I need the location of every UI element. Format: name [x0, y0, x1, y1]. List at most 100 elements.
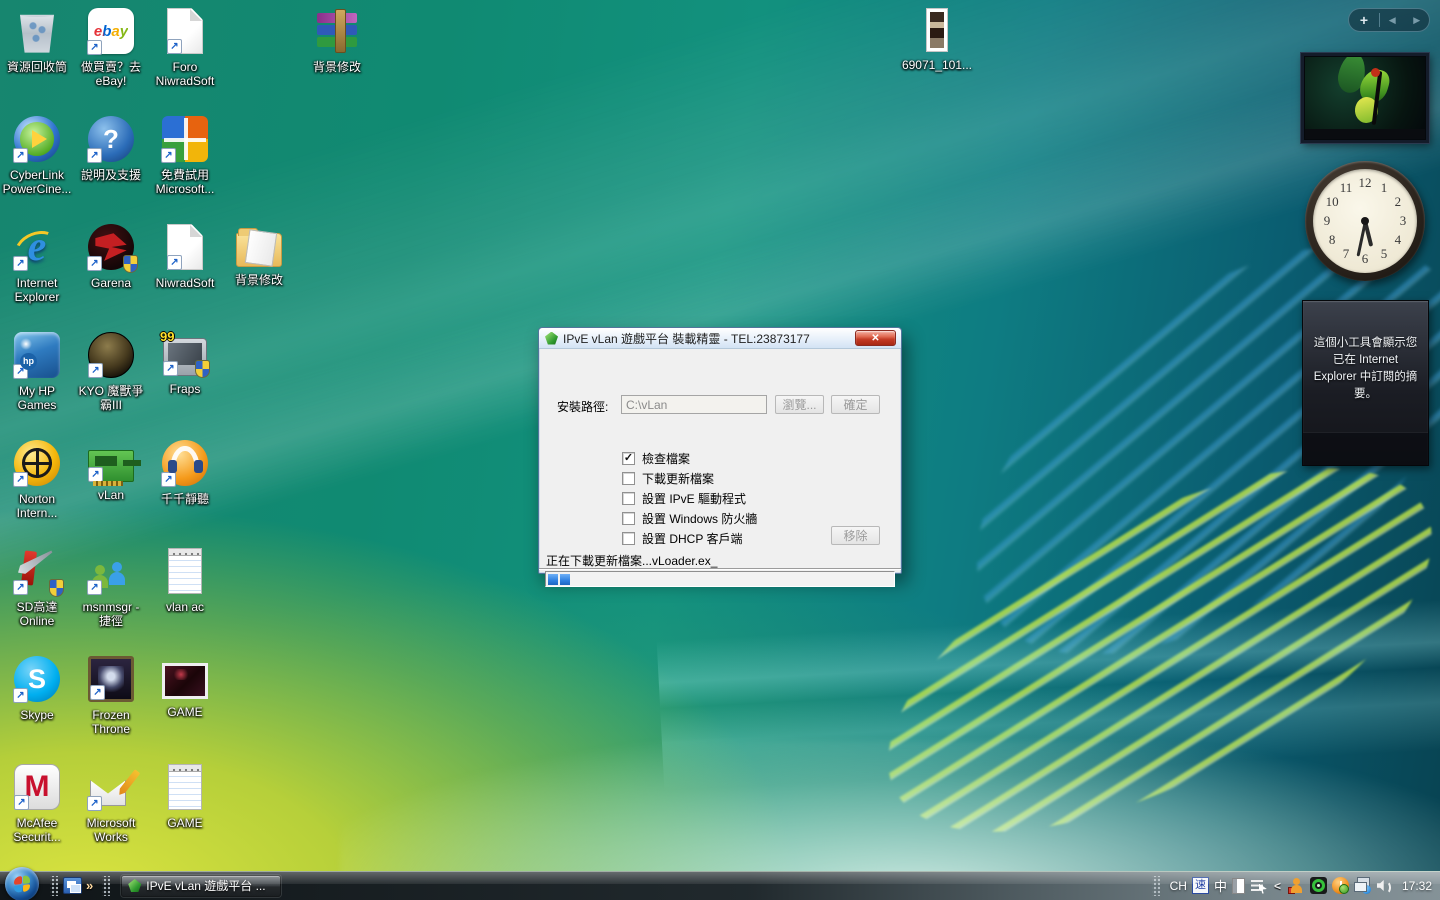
desktop-icon-norton[interactable]: ↗ Norton Intern... — [0, 436, 74, 544]
toolbar-grip[interactable] — [102, 876, 110, 896]
ime-menu-icon[interactable] — [1250, 878, 1267, 894]
prev-page-button[interactable]: ◀ — [1380, 15, 1405, 26]
quicklaunch-overflow-chevron[interactable]: » — [86, 878, 93, 893]
icon-label: NiwradSoft — [156, 276, 215, 290]
next-page-button[interactable]: ▶ — [1405, 15, 1430, 26]
icon-label: Frozen Throne — [92, 708, 130, 736]
desktop-icon-garena[interactable]: ↗ Garena — [74, 220, 148, 328]
icon-label: 資源回收筒 — [7, 60, 67, 74]
vlan-app-icon — [545, 332, 558, 345]
desktop-icon-skype[interactable]: ↗ Skype — [0, 652, 74, 760]
icon-label: 千千靜聽 — [161, 492, 209, 506]
works-envelope-icon: ↗ — [88, 764, 134, 810]
checkbox-box[interactable]: ✓ — [622, 452, 635, 465]
desktop-icon-cyberlink[interactable]: ↗ CyberLink PowerCine... — [0, 112, 74, 220]
icon-label: Foro NiwradSoft — [156, 60, 215, 88]
messenger-busy-dot — [1288, 887, 1295, 894]
toolbar-grip[interactable] — [50, 876, 58, 896]
browse-button[interactable]: 瀏覽... — [775, 395, 824, 414]
desktop-icon-ebay[interactable]: ↗ 做買賣？去 eBay! — [74, 4, 148, 112]
msn-messenger-icon: ↗ — [88, 548, 134, 594]
image-file-icon — [926, 8, 948, 52]
checkbox-verify-files[interactable]: ✓ 檢查檔案 — [622, 448, 757, 468]
uac-shield-icon — [195, 360, 210, 378]
checkbox-box[interactable] — [622, 532, 635, 545]
volume-icon[interactable] — [1376, 877, 1393, 894]
checkbox-box[interactable] — [622, 512, 635, 525]
checkbox-box[interactable] — [622, 492, 635, 505]
checkbox-install-driver[interactable]: 設置 IPvE 驅動程式 — [622, 488, 757, 508]
desktop-icon-game-notepad[interactable]: GAME — [148, 760, 222, 868]
clock-face: 12 1 2 3 4 5 6 7 8 9 10 11 — [1313, 169, 1417, 273]
desktop-icon-fraps[interactable]: 99↗ Fraps — [148, 328, 222, 436]
mcafee-icon: ↗ — [14, 764, 60, 810]
desktop-icon-office-trial[interactable]: ↗ 免費試用 Microsoft... — [148, 112, 222, 220]
folder-icon — [236, 233, 282, 267]
show-desktop-icon[interactable] — [63, 877, 82, 894]
checkbox-box[interactable] — [622, 472, 635, 485]
desktop-icon-game-screenshot[interactable]: GAME — [148, 652, 222, 760]
desktop-icon-msn-messenger[interactable]: ↗ msnmsgr - 捷徑 — [74, 544, 148, 652]
desktop-icon-niwradsoft[interactable]: ↗ NiwradSoft — [148, 220, 222, 328]
desktop-icon-sd-gundam[interactable]: ↗ SD高達 Online — [0, 544, 74, 652]
language-indicator[interactable]: CH — [1170, 879, 1187, 893]
shortcut-arrow-icon: ↗ — [163, 361, 178, 376]
desktop-icon-microsoft-works[interactable]: ↗ Microsoft Works — [74, 760, 148, 868]
icon-label: KYO 魔獸爭 霸III — [79, 384, 144, 412]
update-clock-icon[interactable] — [1332, 877, 1349, 894]
clock-gadget[interactable]: 12 1 2 3 4 5 6 7 8 9 10 11 — [1305, 161, 1425, 281]
desktop-icon-recycle-bin[interactable]: 資源回收筒 — [0, 4, 74, 112]
desktop-icon-frozen-throne[interactable]: ↗ Frozen Throne — [74, 652, 148, 760]
webcam-app-icon[interactable] — [1310, 877, 1327, 894]
desktop-icon-ttplayer[interactable]: ↗ 千千靜聽 — [148, 436, 222, 544]
desktop-icon-vlan-ac[interactable]: vlan ac — [148, 544, 222, 652]
messenger-status-icon[interactable] — [1288, 877, 1305, 894]
desktop-icon-mcafee[interactable]: ↗ McAfee Securit... — [0, 760, 74, 868]
butterfly-photo — [1305, 57, 1425, 129]
add-gadget-button[interactable]: + — [1349, 12, 1379, 28]
taskbar-window-button[interactable]: IPvE vLan 遊戲平台 ... — [121, 875, 281, 897]
taskbar-clock[interactable]: 17:32 — [1402, 879, 1432, 893]
ime-speed-icon[interactable]: 速 — [1192, 877, 1209, 894]
globe-icon — [1362, 885, 1371, 894]
progress-block — [560, 574, 570, 585]
desktop-icon-kyo-warcraft[interactable]: ↗ KYO 魔獸爭 霸III — [74, 328, 148, 436]
dialog-titlebar[interactable]: IPvE vLan 遊戲平台 裝載精靈 - TEL:23873177 ✕ — [539, 328, 901, 349]
desktop-icon-winrar-archive[interactable]: 背景修改 — [300, 4, 374, 112]
ok-button[interactable]: 確定 — [831, 395, 880, 414]
checkbox-label: 設置 IPvE 驅動程式 — [642, 490, 746, 507]
taskbar: » IPvE vLan 遊戲平台 ... CH 速 中 < 17:32 — [0, 871, 1440, 900]
checkbox-dhcp-client[interactable]: 設置 DHCP 客戶端 — [622, 528, 757, 548]
icon-label: vlan ac — [166, 600, 204, 614]
icon-label: vLan — [98, 488, 124, 502]
clock-numeral: 2 — [1395, 194, 1402, 210]
desktop-icon-foro-niwradsoft[interactable]: ↗ Foro NiwradSoft — [148, 4, 222, 112]
ime-mode-indicator[interactable]: 中 — [1214, 876, 1227, 895]
ime-fullwidth-icon[interactable] — [1232, 878, 1245, 894]
close-button[interactable]: ✕ — [855, 330, 896, 346]
toolbar-grip[interactable] — [1152, 876, 1160, 896]
desktop-icon-help-support[interactable]: ↗ 說明及支援 — [74, 112, 148, 220]
window-button-label: IPvE vLan 遊戲平台 ... — [146, 877, 265, 894]
slideshow-gadget[interactable] — [1301, 53, 1429, 143]
desktop-icon-vlan[interactable]: ↗ vLan — [74, 436, 148, 544]
checkbox-label: 檢查檔案 — [642, 450, 690, 467]
checkbox-download-update[interactable]: 下載更新檔案 — [622, 468, 757, 488]
options-checkbox-group: ✓ 檢查檔案 下載更新檔案 設置 IPvE 驅動程式 設置 Windows 防火… — [622, 448, 757, 548]
icon-label: CyberLink PowerCine... — [3, 168, 72, 196]
network-status-icon[interactable] — [1354, 877, 1371, 894]
checkbox-windows-firewall[interactable]: 設置 Windows 防火牆 — [622, 508, 757, 528]
install-path-row: 安裝路徑: C:\vLan 瀏覽... 確定 — [539, 395, 901, 415]
frozen-throne-icon: ↗ — [88, 656, 134, 702]
warcraft-orb-icon: ↗ — [88, 332, 134, 378]
remove-button[interactable]: 移除 — [831, 526, 880, 545]
desktop-icon-image-file[interactable]: 69071_101... — [900, 4, 974, 112]
tray-collapse-chevron[interactable]: < — [1274, 879, 1281, 893]
desktop-icon-my-hp-games[interactable]: ↗ My HP Games — [0, 328, 74, 436]
shortcut-arrow-icon: ↗ — [14, 795, 29, 810]
start-button[interactable] — [5, 867, 39, 900]
desktop-icon-internet-explorer[interactable]: ↗ Internet Explorer — [0, 220, 74, 328]
desktop-icon-background-folder[interactable]: 背景修改 — [222, 220, 296, 328]
shortcut-arrow-icon: ↗ — [87, 256, 102, 271]
install-path-field[interactable]: C:\vLan — [621, 395, 767, 414]
